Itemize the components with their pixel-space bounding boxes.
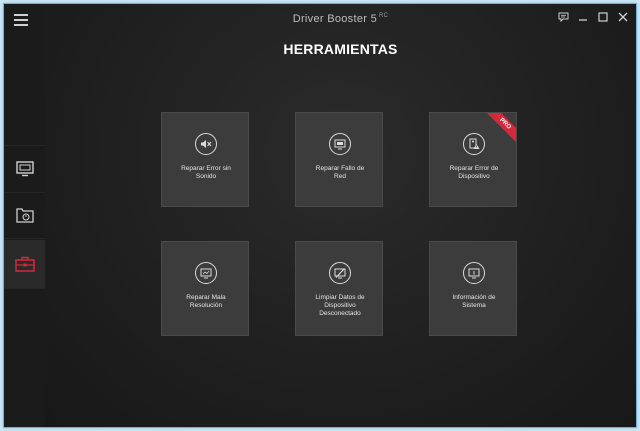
toolbox-icon bbox=[14, 256, 35, 272]
close-button[interactable] bbox=[616, 10, 630, 24]
tool-label-line: Sistema bbox=[462, 302, 486, 309]
tool-label: Información de Sistema bbox=[436, 294, 512, 310]
feedback-button[interactable] bbox=[556, 10, 570, 24]
tool-label-line: Dispositivo bbox=[458, 173, 490, 180]
speaker-muted-icon bbox=[201, 140, 212, 148]
release-badge: RC bbox=[379, 13, 389, 19]
system-info-icon bbox=[468, 268, 480, 278]
hamburger-menu-icon[interactable] bbox=[14, 14, 30, 26]
tool-label: Reparar Error de Dispositivo bbox=[436, 165, 512, 181]
pro-badge: PRO bbox=[483, 113, 516, 146]
minimize-button[interactable] bbox=[576, 10, 590, 24]
maximize-icon bbox=[598, 12, 608, 22]
tool-label-line: Limpiar Datos de bbox=[315, 294, 365, 301]
tool-label-line: Reparar Error sin bbox=[181, 165, 231, 172]
main-content: Driver Booster 5 RC HERRAMIENTAS Reparar… bbox=[45, 4, 636, 427]
tool-label: Reparar Mala Resolución bbox=[168, 294, 244, 310]
tool-label-line: Reparar Fallo de bbox=[315, 165, 365, 172]
tool-icon-ring bbox=[463, 262, 485, 284]
disconnected-device-icon bbox=[334, 267, 346, 278]
tool-label-line: Sonido bbox=[195, 173, 217, 180]
tool-label-line: Red bbox=[334, 173, 346, 180]
tool-fix-network[interactable]: Reparar Fallo de Red bbox=[295, 112, 383, 207]
close-icon bbox=[618, 12, 628, 22]
tool-fix-no-sound[interactable]: Reparar Error sin Sonido bbox=[161, 112, 249, 207]
device-warning-icon bbox=[469, 138, 480, 149]
app-window: Driver Booster 5 RC HERRAMIENTAS Reparar… bbox=[3, 3, 637, 428]
monitor-icon bbox=[15, 161, 34, 177]
sidebar bbox=[4, 4, 46, 427]
tool-label-line: Información de bbox=[452, 294, 496, 301]
tool-label-line: Reparar Error de bbox=[449, 165, 499, 172]
tool-label-line: Dispositivo bbox=[324, 302, 356, 309]
minimize-icon bbox=[579, 19, 587, 21]
tool-system-info[interactable]: Información de Sistema bbox=[429, 241, 517, 336]
tool-label: Reparar Fallo de Red bbox=[302, 165, 378, 181]
tool-clean-disconnected-device[interactable]: Limpiar Datos de Dispositivo Desconectad… bbox=[295, 241, 383, 336]
tool-label-line: Reparar Mala bbox=[186, 294, 226, 301]
network-icon bbox=[334, 139, 346, 149]
tool-icon-ring bbox=[195, 262, 217, 284]
tool-label: Limpiar Datos de Dispositivo Desconectad… bbox=[302, 294, 378, 318]
window-title: Driver Booster 5 RC bbox=[45, 13, 636, 25]
tool-label: Reparar Error sin Sonido bbox=[168, 165, 244, 181]
tool-label-line: Desconectado bbox=[319, 310, 361, 317]
display-resolution-icon bbox=[200, 268, 212, 278]
window-controls bbox=[556, 10, 630, 24]
sidebar-item-tools[interactable] bbox=[4, 240, 45, 289]
page-title: HERRAMIENTAS bbox=[283, 41, 398, 57]
sidebar-item-backup[interactable] bbox=[4, 192, 45, 239]
tool-label-line: Resolución bbox=[189, 302, 223, 309]
maximize-button[interactable] bbox=[596, 10, 610, 24]
restore-icon bbox=[15, 208, 34, 223]
app-title: Driver Booster 5 bbox=[292, 13, 377, 25]
tool-icon-ring bbox=[329, 133, 351, 155]
message-icon bbox=[558, 12, 568, 22]
tool-fix-bad-resolution[interactable]: Reparar Mala Resolución bbox=[161, 241, 249, 336]
tool-fix-device-error[interactable]: PRO Reparar Error de Dispositivo bbox=[429, 112, 517, 207]
sidebar-item-scan[interactable] bbox=[4, 145, 45, 193]
tool-icon-ring bbox=[463, 133, 485, 155]
tool-icon-ring bbox=[195, 133, 217, 155]
tool-icon-ring bbox=[329, 262, 351, 284]
